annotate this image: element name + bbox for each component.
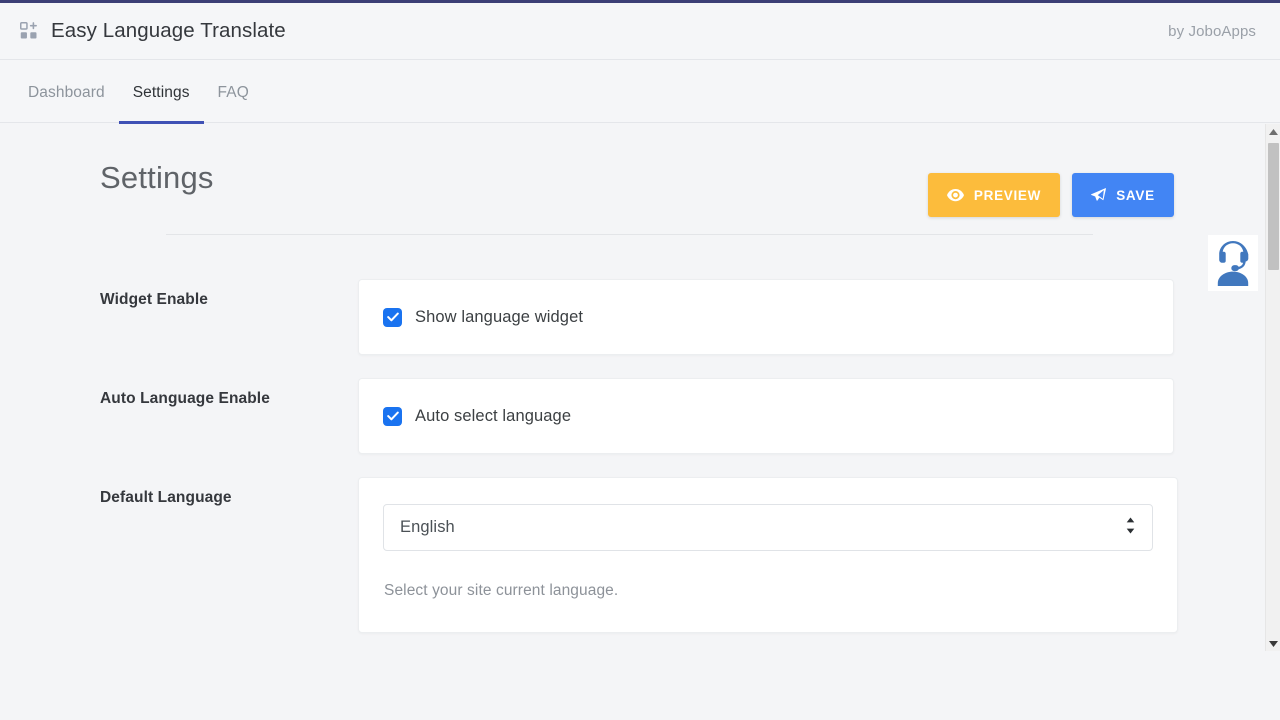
- page-header: Settings PREVIEW SAV: [82, 124, 1174, 235]
- content-scroll-area: Settings PREVIEW SAV: [0, 124, 1280, 720]
- setting-label-default-language: Default Language: [82, 477, 358, 507]
- auto-select-language-checkbox-row[interactable]: Auto select language: [383, 407, 571, 426]
- default-language-help-text: Select your site current language.: [383, 582, 1153, 600]
- preview-button-label: PREVIEW: [974, 188, 1041, 203]
- settings-rows: Widget Enable Show language widget Auto …: [82, 235, 1174, 633]
- setting-row-widget-enable: Widget Enable Show language widget: [82, 279, 1174, 355]
- vendor-byline: by JoboApps: [1168, 23, 1256, 40]
- preview-button[interactable]: PREVIEW: [928, 173, 1060, 217]
- vertical-scrollbar[interactable]: [1265, 124, 1280, 651]
- default-language-selected-value: English: [400, 518, 455, 537]
- headset-support-agent-icon: [1208, 235, 1258, 291]
- show-language-widget-checkbox-row[interactable]: Show language widget: [383, 308, 583, 327]
- paper-plane-icon: [1091, 188, 1106, 203]
- tab-settings[interactable]: Settings: [119, 60, 204, 124]
- setting-label-auto-language-enable: Auto Language Enable: [82, 378, 358, 408]
- checkbox-checked-icon[interactable]: [383, 407, 402, 426]
- scrollbar-thumb[interactable]: [1268, 143, 1279, 270]
- scroll-up-arrow-icon[interactable]: [1266, 124, 1280, 139]
- save-button-label: SAVE: [1116, 188, 1155, 203]
- checkbox-checked-icon[interactable]: [383, 308, 402, 327]
- setting-card-default-language: English Select your site current languag…: [358, 477, 1178, 633]
- page-actions: PREVIEW SAVE: [928, 173, 1174, 217]
- default-language-select[interactable]: English: [383, 504, 1153, 551]
- setting-row-default-language: Default Language English Select your sit…: [82, 477, 1174, 633]
- tab-faq[interactable]: FAQ: [204, 60, 263, 124]
- brand: Easy Language Translate: [20, 19, 286, 43]
- support-agent-widget[interactable]: [1208, 235, 1258, 291]
- app-header: Easy Language Translate by JoboApps: [0, 3, 1280, 60]
- page-title: Settings: [100, 160, 214, 196]
- setting-label-widget-enable: Widget Enable: [82, 279, 358, 309]
- eye-icon: [947, 189, 964, 202]
- save-button[interactable]: SAVE: [1072, 173, 1174, 217]
- apps-grid-add-icon: [20, 22, 38, 40]
- main-navigation: Dashboard Settings FAQ: [0, 60, 1280, 123]
- tab-dashboard[interactable]: Dashboard: [14, 60, 119, 124]
- show-language-widget-label: Show language widget: [415, 308, 583, 327]
- auto-select-language-label: Auto select language: [415, 407, 571, 426]
- settings-page: Settings PREVIEW SAV: [0, 124, 1256, 633]
- select-updown-arrows-icon: [1125, 517, 1136, 539]
- setting-row-auto-language-enable: Auto Language Enable Auto select languag…: [82, 378, 1174, 454]
- setting-card-auto-language-enable: Auto select language: [358, 378, 1174, 454]
- setting-card-widget-enable: Show language widget: [358, 279, 1174, 355]
- app-title: Easy Language Translate: [51, 19, 286, 43]
- scroll-down-arrow-icon[interactable]: [1266, 636, 1280, 651]
